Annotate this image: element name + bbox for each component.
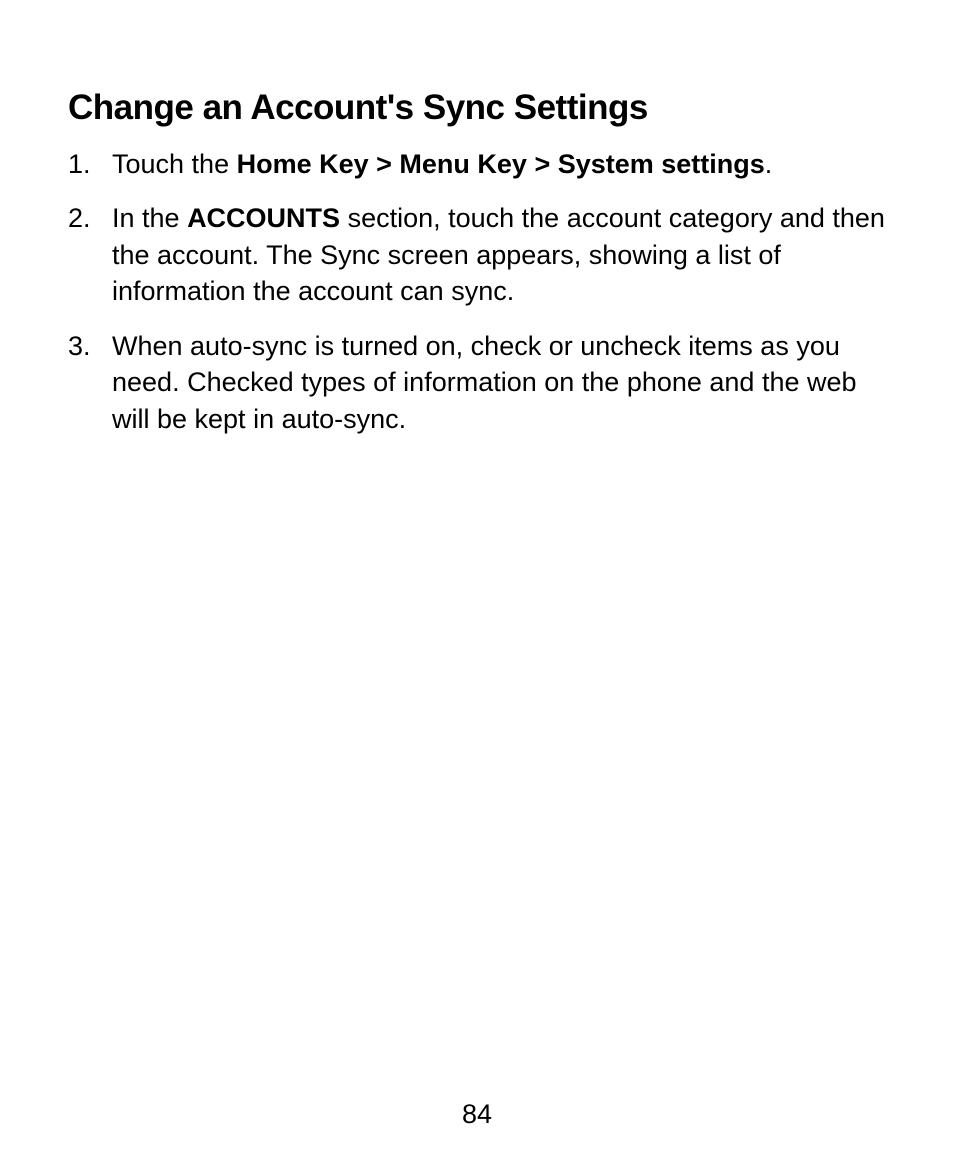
list-item: 3. When auto-sync is turned on, check or… (68, 328, 886, 437)
instruction-list: 1. Touch the Home Key > Menu Key > Syste… (68, 146, 886, 437)
list-number: 3. (68, 328, 91, 364)
text-part-bold: ACCOUNTS (187, 203, 340, 233)
list-number: 2. (68, 200, 91, 236)
text-part: When auto-sync is turned on, check or un… (112, 331, 857, 434)
list-item-content: When auto-sync is turned on, check or un… (112, 331, 857, 434)
text-part-bold: Home Key > Menu Key > System settings (237, 149, 765, 179)
page-heading: Change an Account's Sync Settings (68, 88, 886, 128)
text-part: Touch the (112, 149, 237, 179)
list-number: 1. (68, 146, 91, 182)
list-item: 1. Touch the Home Key > Menu Key > Syste… (68, 146, 886, 182)
list-item: 2. In the ACCOUNTS section, touch the ac… (68, 200, 886, 309)
text-part: In the (112, 203, 187, 233)
page-number: 84 (0, 1099, 954, 1130)
list-item-content: In the ACCOUNTS section, touch the accou… (112, 203, 885, 306)
text-part: . (765, 149, 773, 179)
list-item-content: Touch the Home Key > Menu Key > System s… (112, 149, 772, 179)
